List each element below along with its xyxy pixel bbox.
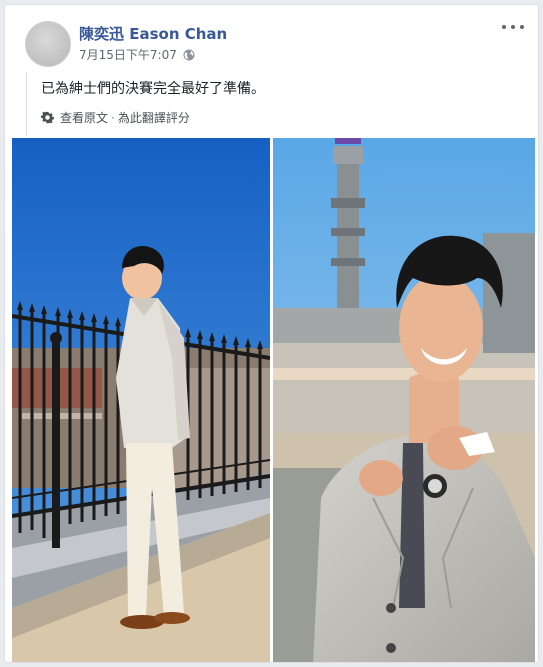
post-photo-right[interactable]: [273, 138, 535, 662]
rate-translation-link[interactable]: 為此翻譯評分: [118, 109, 190, 126]
author-name-link[interactable]: 陳奕迅 Eason Chan: [79, 23, 227, 44]
post-text: 已為紳士們的決賽完全最好了準備。: [41, 81, 265, 97]
translation-bar: 查看原文 · 為此翻譯評分: [41, 109, 190, 126]
more-options-icon[interactable]: [502, 19, 524, 35]
post-timestamp[interactable]: 7月15日下午7:07: [79, 46, 177, 63]
translated-text-block: 已為紳士們的決賽完全最好了準備。 查看原文 · 為此翻譯評分: [26, 72, 327, 136]
post-meta: 7月15日下午7:07: [79, 46, 195, 63]
post-photo-left[interactable]: [12, 138, 270, 662]
gear-icon[interactable]: [41, 111, 54, 124]
post-card: 陳奕迅 Eason Chan 7月15日下午7:07 已為紳士們的決賽完全最好了…: [4, 4, 539, 663]
globe-icon[interactable]: [183, 49, 195, 61]
author-avatar[interactable]: [25, 21, 71, 67]
see-original-link[interactable]: 查看原文: [60, 109, 108, 126]
separator-dot: ·: [111, 110, 115, 125]
